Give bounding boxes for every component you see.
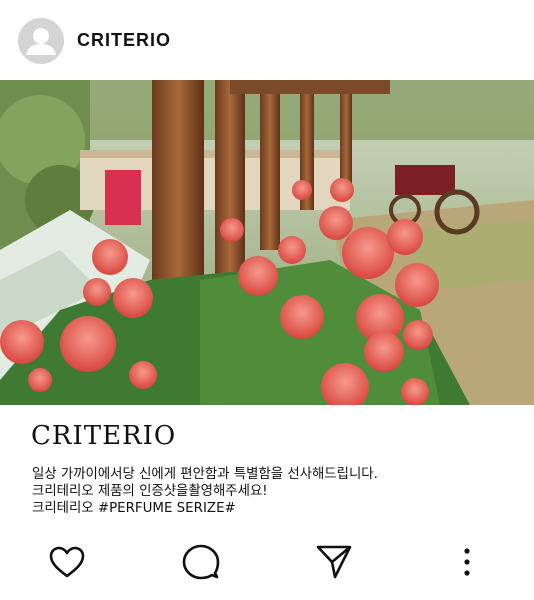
post-header: CRITERIO (0, 0, 534, 80)
comment-bubble-icon (182, 544, 220, 580)
caption-line: 크리테리오 제품의 인증샷을촬영해주세요! (32, 484, 268, 499)
brand-logo-text: CRITERIO (31, 421, 177, 451)
user-avatar-icon[interactable] (18, 18, 64, 64)
caption-line: 크리테리오 #PERFUME SERIZE# (32, 501, 236, 516)
more-options-button[interactable] (447, 541, 487, 583)
username[interactable]: CRITERIO (77, 30, 171, 51)
garden-photo-image (0, 80, 534, 405)
send-paper-plane-icon (316, 545, 352, 579)
more-vertical-icon (464, 548, 470, 576)
post-caption: 일상 가까이에서당 신에게 편안함과 특별함을 선사해드립니다. 크리테리오 제… (32, 466, 512, 517)
caption-line: 일상 가까이에서당 신에게 편안함과 특별함을 선사해드립니다. (32, 467, 378, 482)
heart-icon (49, 546, 85, 578)
like-button[interactable] (47, 541, 87, 583)
post-photo[interactable] (0, 80, 534, 405)
comment-button[interactable] (181, 541, 221, 583)
share-button[interactable] (314, 541, 354, 583)
